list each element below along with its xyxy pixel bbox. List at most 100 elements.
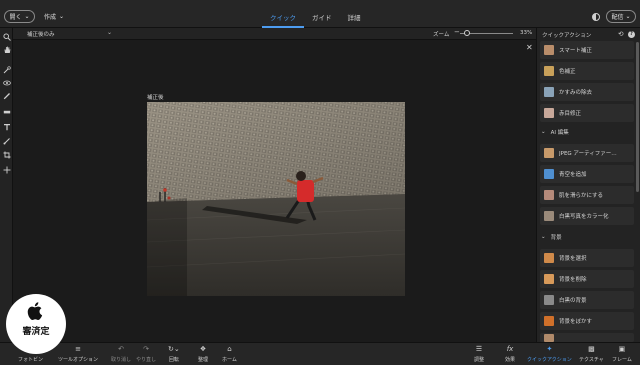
thumbnail-icon xyxy=(544,316,554,326)
zoom-out-icon[interactable]: − xyxy=(454,28,460,36)
spot-healing-brush-icon[interactable] xyxy=(2,91,11,100)
effects-label: 効果 xyxy=(505,357,516,363)
quick-action-label: 色補正 xyxy=(559,69,576,75)
quick-action-red-eye[interactable]: 赤目修正 xyxy=(540,104,634,122)
quick-action-remove-background[interactable]: 背景を削除 xyxy=(540,270,634,288)
thumbnail-icon xyxy=(544,274,554,284)
panel-scrollbar[interactable] xyxy=(636,42,639,192)
organizer-button[interactable]: ❖ 整理 xyxy=(198,345,208,363)
thumbnail-icon xyxy=(544,45,554,55)
thumbnail-icon xyxy=(544,295,554,305)
quick-action-label: 青空を追加 xyxy=(559,172,587,178)
textures-button[interactable]: ▩ テクスチャ xyxy=(579,345,604,363)
quick-action-blur-background[interactable]: 背景をぼかす xyxy=(540,312,634,330)
thumbnail-icon xyxy=(544,253,554,263)
zoom-slider-handle[interactable] xyxy=(464,30,470,36)
home-label: ホーム xyxy=(222,357,237,363)
create-label: 作成 xyxy=(44,14,57,21)
theme-toggle-icon[interactable] xyxy=(592,13,600,21)
tool-options-icon: ≡ xyxy=(75,345,81,353)
section-ai-edit[interactable]: ⌄ AI 編集 xyxy=(541,127,569,137)
quick-action-label: 背景をぼかす xyxy=(559,319,593,325)
tab-guided[interactable]: ガイド xyxy=(304,9,340,28)
share-button[interactable]: 配信 ⌄ xyxy=(606,10,636,23)
quick-action-label: スマート補正 xyxy=(559,48,592,54)
tab-quick[interactable]: クイック xyxy=(262,9,304,28)
redo-label: やり直し xyxy=(136,357,157,363)
rotate-icon: ↻⌄ xyxy=(168,345,180,353)
help-icon[interactable]: ? xyxy=(628,31,635,38)
reset-icon[interactable]: ⟲ xyxy=(618,30,623,38)
move-tool-icon[interactable] xyxy=(2,165,11,174)
frames-icon: ▣ xyxy=(618,345,626,353)
quick-actions-label: クイックアクション xyxy=(527,357,572,363)
zoom-tool-icon[interactable] xyxy=(2,32,11,41)
watermark-text: 審済定 xyxy=(22,327,50,337)
undo-button[interactable]: ↶ 取り消し xyxy=(111,345,131,363)
thumbnail-icon xyxy=(544,66,554,76)
redo-button[interactable]: ↷ やり直し xyxy=(136,345,156,363)
hand-tool-icon[interactable] xyxy=(2,45,11,54)
share-label: 配信 xyxy=(611,14,624,21)
tab-expert[interactable]: 詳細 xyxy=(340,9,369,28)
whiten-teeth-tool-icon[interactable] xyxy=(2,107,11,116)
brush-tool-icon[interactable] xyxy=(2,136,11,145)
effects-icon: fx xyxy=(506,345,514,353)
undo-label: 取り消し xyxy=(111,357,132,363)
view-options-bar: 補正後のみ ⌄ ズーム − 33% xyxy=(13,28,536,40)
type-tool-icon[interactable] xyxy=(2,122,11,131)
create-button[interactable]: 作成 ⌄ xyxy=(44,10,64,23)
thumbnail-icon xyxy=(544,211,554,221)
quick-action-bw-background[interactable]: 白黒の背景 xyxy=(540,291,634,309)
quick-actions-button[interactable]: ✦ クイックアクション xyxy=(527,345,572,363)
quick-action-label: JPEG アーティファー… xyxy=(559,151,617,157)
quick-action-color-correction[interactable]: 色補正 xyxy=(540,62,634,80)
quick-actions-icon: ✦ xyxy=(546,345,553,353)
frames-button[interactable]: ▣ フレーム xyxy=(612,345,632,363)
adjust-button[interactable]: ☰ 調整 xyxy=(474,345,484,363)
quick-action-partial[interactable] xyxy=(540,333,634,342)
effects-button[interactable]: fx 効果 xyxy=(505,345,515,363)
adjust-icon: ☰ xyxy=(475,345,483,353)
organizer-label: 整理 xyxy=(198,357,209,363)
frames-label: フレーム xyxy=(612,357,632,363)
zoom-value: 33% xyxy=(520,30,533,36)
home-icon: ⌂ xyxy=(227,345,232,353)
quick-action-smooth-skin[interactable]: 肌を滑らかにする xyxy=(540,186,634,204)
quick-action-auto-smart-tone[interactable]: スマート補正 xyxy=(540,41,634,59)
thumbnail-icon xyxy=(544,169,554,179)
chevron-down-icon: ⌄ xyxy=(24,13,30,20)
section-background[interactable]: ⌄ 背景 xyxy=(541,232,562,242)
quick-selection-tool-icon[interactable] xyxy=(2,65,11,74)
chevron-down-icon[interactable]: ⌄ xyxy=(107,29,112,36)
quick-action-jpeg-artifacts[interactable]: JPEG アーティファー… xyxy=(540,144,634,162)
apple-logo-icon xyxy=(27,302,43,321)
open-button[interactable]: 開く ⌄ xyxy=(4,10,35,23)
quick-action-remove-haze[interactable]: かすみの除去 xyxy=(540,83,634,101)
thumbnail-icon xyxy=(544,87,554,97)
image-canvas[interactable]: ✕ 補正後 xyxy=(13,40,536,342)
rotate-button[interactable]: ↻⌄ 回転 xyxy=(168,345,180,363)
organizer-icon: ❖ xyxy=(199,345,207,353)
panel-title: クイックアクション xyxy=(542,33,592,39)
quick-action-label: かすみの除去 xyxy=(559,90,593,96)
quick-action-colorize-photo[interactable]: 白黒写真をカラー化 xyxy=(540,207,634,225)
section-label: AI 編集 xyxy=(550,130,569,136)
red-eye-tool-icon[interactable] xyxy=(2,78,11,87)
section-label: 背景 xyxy=(550,235,562,241)
close-icon[interactable]: ✕ xyxy=(526,43,533,52)
quick-action-add-blue-sky[interactable]: 青空を追加 xyxy=(540,165,634,183)
edited-photo[interactable] xyxy=(147,102,405,296)
textures-label: テクスチャ xyxy=(579,357,604,363)
tool-options-button[interactable]: ≡ ツールオプション xyxy=(58,345,98,363)
watermark-logo: 審済定 xyxy=(6,294,66,354)
view-mode-select[interactable]: 補正後のみ xyxy=(27,30,55,38)
rotate-label: 回転 xyxy=(168,357,179,363)
tool-options-label: ツールオプション xyxy=(58,357,99,363)
home-button[interactable]: ⌂ ホーム xyxy=(222,345,237,363)
quick-action-label: 背景を削除 xyxy=(559,277,587,283)
quick-action-select-background[interactable]: 背景を選択 xyxy=(540,249,634,267)
chevron-down-icon: ⌄ xyxy=(541,129,546,135)
thumbnail-icon xyxy=(544,190,554,200)
crop-tool-icon[interactable] xyxy=(2,150,11,159)
